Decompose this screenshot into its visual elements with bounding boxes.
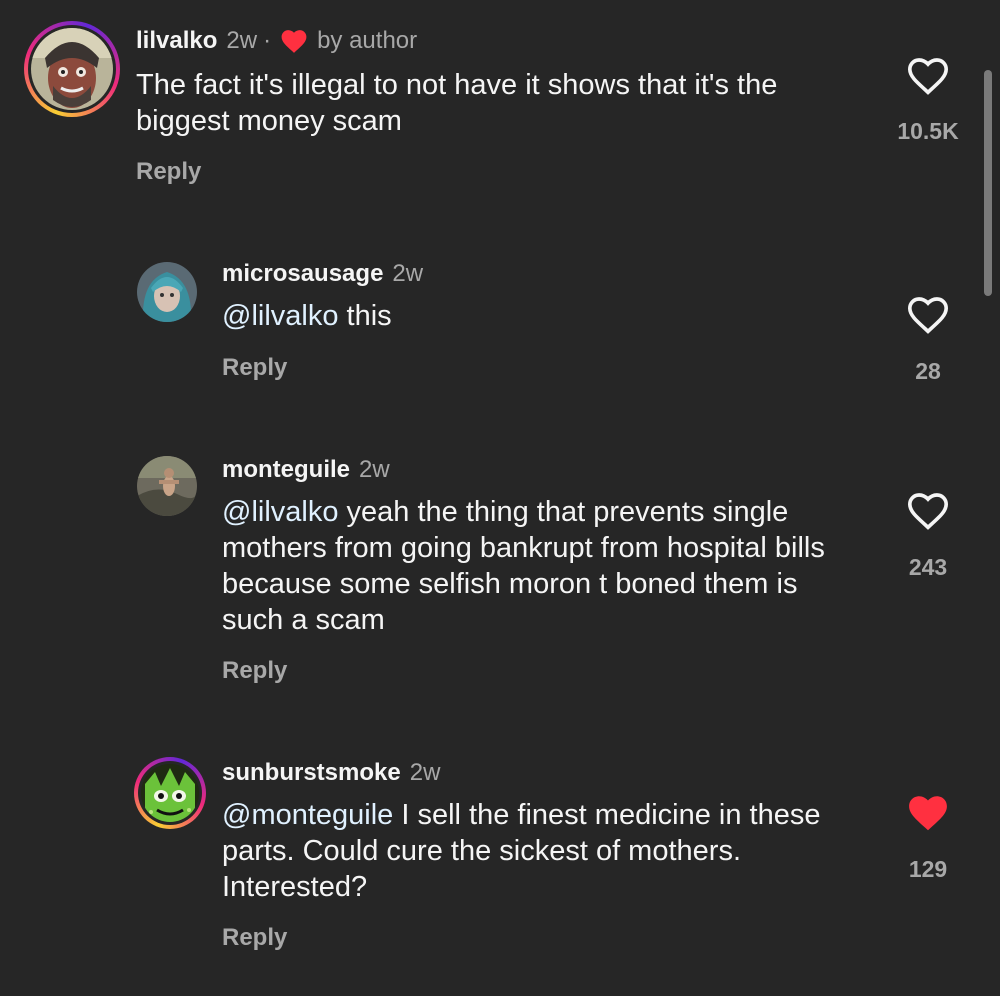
like-count: 10.5K (897, 118, 959, 144)
username[interactable]: sunburstsmoke (222, 758, 401, 788)
timestamp: 2w (392, 260, 424, 287)
mention-link[interactable]: @lilvalko (222, 496, 338, 528)
person-portrait-icon (31, 28, 113, 110)
like-count: 129 (908, 856, 948, 882)
like-count: 243 (908, 554, 948, 580)
scrollbar[interactable] (984, 70, 992, 296)
avatar[interactable] (137, 262, 197, 322)
timestamp: 2w (359, 456, 390, 483)
comment-text: @lilvalko yeah the thing that prevents s… (222, 494, 862, 638)
timestamp: 2w (409, 759, 441, 786)
separator: · (263, 27, 272, 54)
comment-meta: monteguile 2w (222, 455, 390, 485)
person-portrait-icon (137, 262, 197, 322)
heart-outline-icon (907, 297, 949, 334)
like-button[interactable] (906, 56, 950, 96)
author-badge: by author (317, 27, 418, 54)
reply-button[interactable]: Reply (136, 157, 201, 187)
username[interactable]: microsausage (222, 259, 383, 289)
username[interactable]: lilvalko (136, 26, 217, 56)
avatar[interactable] (31, 28, 113, 110)
person-outdoors-icon (137, 456, 197, 516)
comment-text: @monteguile I sell the finest medicine i… (222, 797, 842, 905)
avatar[interactable] (141, 764, 199, 822)
comment-body: this (338, 300, 392, 332)
comment-text: The fact it's illegal to not have it sho… (136, 67, 836, 139)
reply-button[interactable]: Reply (222, 353, 287, 383)
green-creature-icon (141, 764, 199, 822)
comment-meta: microsausage 2w (222, 259, 423, 289)
username[interactable]: monteguile (222, 455, 350, 485)
comment-meta: sunburstsmoke 2w (222, 758, 440, 788)
timestamp: 2w (226, 27, 258, 54)
like-button[interactable] (906, 793, 950, 833)
like-button[interactable] (906, 491, 950, 531)
heart-outline-icon (907, 493, 949, 530)
comment-meta: lilvalko 2w · by author (136, 26, 417, 56)
author-liked-heart-icon (279, 28, 309, 54)
heart-outline-icon (907, 58, 949, 95)
comment-body: The fact it's illegal to not have it sho… (136, 69, 778, 137)
heart-filled-icon (909, 796, 947, 831)
mention-link[interactable]: @monteguile (222, 799, 393, 831)
like-count: 28 (915, 358, 941, 384)
mention-link[interactable]: @lilvalko (222, 300, 338, 332)
like-button[interactable] (906, 295, 950, 335)
comment-text: @lilvalko this (222, 298, 842, 334)
avatar[interactable] (137, 456, 197, 516)
reply-button[interactable]: Reply (222, 656, 287, 686)
reply-button[interactable]: Reply (222, 923, 287, 953)
